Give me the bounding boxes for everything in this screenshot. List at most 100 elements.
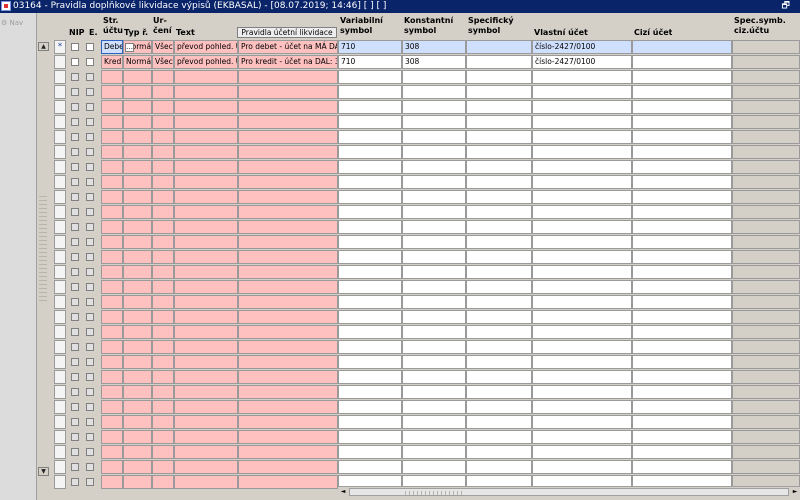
cell-variabilni[interactable]: [338, 175, 402, 189]
cell-cizi[interactable]: [632, 445, 732, 459]
cell-str-uctu[interactable]: [101, 400, 123, 414]
cell-variabilni[interactable]: [338, 295, 402, 309]
cell-text[interactable]: [174, 310, 238, 324]
cell-variabilni[interactable]: [338, 460, 402, 474]
cell-typ[interactable]: [123, 220, 152, 234]
cell-typ[interactable]: [123, 235, 152, 249]
row-indicator[interactable]: [54, 415, 66, 429]
cell-urceni[interactable]: [152, 250, 174, 264]
cell-typ[interactable]: [123, 385, 152, 399]
cell-spec-ciz[interactable]: [732, 400, 800, 414]
cell-spec-ciz[interactable]: [732, 130, 800, 144]
cell-typ[interactable]: [123, 340, 152, 354]
cell-konstantni[interactable]: [402, 370, 466, 384]
nip-checkbox[interactable]: [71, 313, 79, 321]
row-indicator[interactable]: [54, 370, 66, 384]
nip-checkbox[interactable]: [71, 418, 79, 426]
cell-cizi[interactable]: [632, 85, 732, 99]
cell-spec-ciz[interactable]: [732, 55, 800, 69]
cell-konstantni[interactable]: [402, 205, 466, 219]
cell-text[interactable]: [174, 415, 238, 429]
cell-variabilni[interactable]: [338, 355, 402, 369]
nip-checkbox[interactable]: [71, 358, 79, 366]
cell-specificky[interactable]: [466, 85, 532, 99]
cell-variabilni[interactable]: [338, 445, 402, 459]
e-checkbox[interactable]: [86, 298, 94, 306]
header-specificky-symbol[interactable]: Specifický symbol: [468, 16, 514, 36]
cell-vlastni[interactable]: [532, 175, 632, 189]
cell-typ[interactable]: Normál: [123, 55, 152, 69]
cell-cizi[interactable]: [632, 70, 732, 84]
cell-text[interactable]: [174, 430, 238, 444]
nip-checkbox[interactable]: [71, 343, 79, 351]
cell-cizi[interactable]: [632, 370, 732, 384]
cell-specificky[interactable]: [466, 325, 532, 339]
cell-pravidla[interactable]: Pro kredit - účet na DAL: 3!: [238, 55, 338, 69]
cell-pravidla[interactable]: [238, 370, 338, 384]
cell-cizi[interactable]: [632, 220, 732, 234]
row-indicator[interactable]: [54, 325, 66, 339]
cell-vlastni[interactable]: [532, 145, 632, 159]
cell-str-uctu[interactable]: [101, 160, 123, 174]
cell-urceni[interactable]: [152, 160, 174, 174]
cell-pravidla[interactable]: [238, 295, 338, 309]
nip-checkbox[interactable]: [71, 373, 79, 381]
e-checkbox[interactable]: [86, 343, 94, 351]
cell-pravidla[interactable]: [238, 415, 338, 429]
nip-checkbox[interactable]: [71, 463, 79, 471]
cell-urceni[interactable]: [152, 175, 174, 189]
cell-pravidla[interactable]: [238, 430, 338, 444]
cell-text[interactable]: [174, 145, 238, 159]
e-checkbox[interactable]: [86, 88, 94, 96]
cell-variabilni[interactable]: [338, 115, 402, 129]
cell-pravidla[interactable]: [238, 175, 338, 189]
cell-str-uctu[interactable]: [101, 190, 123, 204]
cell-cizi[interactable]: [632, 415, 732, 429]
row-indicator[interactable]: [54, 445, 66, 459]
cell-variabilni[interactable]: [338, 370, 402, 384]
cell-str-uctu[interactable]: [101, 310, 123, 324]
cell-konstantni[interactable]: [402, 460, 466, 474]
row-indicator[interactable]: [54, 145, 66, 159]
cell-text[interactable]: [174, 295, 238, 309]
cell-specificky[interactable]: [466, 250, 532, 264]
cell-specificky[interactable]: [466, 175, 532, 189]
cell-text[interactable]: [174, 115, 238, 129]
cell-vlastni[interactable]: [532, 70, 632, 84]
cell-cizi[interactable]: [632, 310, 732, 324]
cell-urceni[interactable]: [152, 355, 174, 369]
cell-urceni[interactable]: [152, 100, 174, 114]
cell-str-uctu[interactable]: [101, 175, 123, 189]
cell-variabilni[interactable]: [338, 205, 402, 219]
cell-spec-ciz[interactable]: [732, 325, 800, 339]
e-checkbox[interactable]: [86, 178, 94, 186]
cell-spec-ciz[interactable]: [732, 265, 800, 279]
cell-spec-ciz[interactable]: [732, 70, 800, 84]
cell-text[interactable]: [174, 475, 238, 489]
cell-typ[interactable]: [123, 70, 152, 84]
cell-str-uctu[interactable]: [101, 415, 123, 429]
cell-specificky[interactable]: [466, 430, 532, 444]
cell-pravidla[interactable]: [238, 265, 338, 279]
cell-spec-ciz[interactable]: [732, 460, 800, 474]
cell-spec-ciz[interactable]: [732, 100, 800, 114]
cell-vlastni[interactable]: [532, 85, 632, 99]
cell-vlastni[interactable]: [532, 160, 632, 174]
cell-spec-ciz[interactable]: [732, 175, 800, 189]
header-str-uctu[interactable]: Str. účtu: [103, 16, 123, 36]
cell-cizi[interactable]: [632, 235, 732, 249]
cell-urceni[interactable]: [152, 85, 174, 99]
nip-checkbox[interactable]: [71, 223, 79, 231]
cell-urceni[interactable]: [152, 130, 174, 144]
header-vlastni-ucet[interactable]: Vlastní účet: [534, 28, 588, 38]
cell-typ[interactable]: [123, 355, 152, 369]
nip-checkbox[interactable]: [71, 118, 79, 126]
row-indicator[interactable]: [54, 340, 66, 354]
e-checkbox[interactable]: [86, 463, 94, 471]
e-checkbox[interactable]: [86, 148, 94, 156]
cell-konstantni[interactable]: [402, 355, 466, 369]
cell-pravidla[interactable]: [238, 400, 338, 414]
cell-cizi[interactable]: [632, 265, 732, 279]
cell-vlastni[interactable]: [532, 325, 632, 339]
cell-text[interactable]: [174, 280, 238, 294]
